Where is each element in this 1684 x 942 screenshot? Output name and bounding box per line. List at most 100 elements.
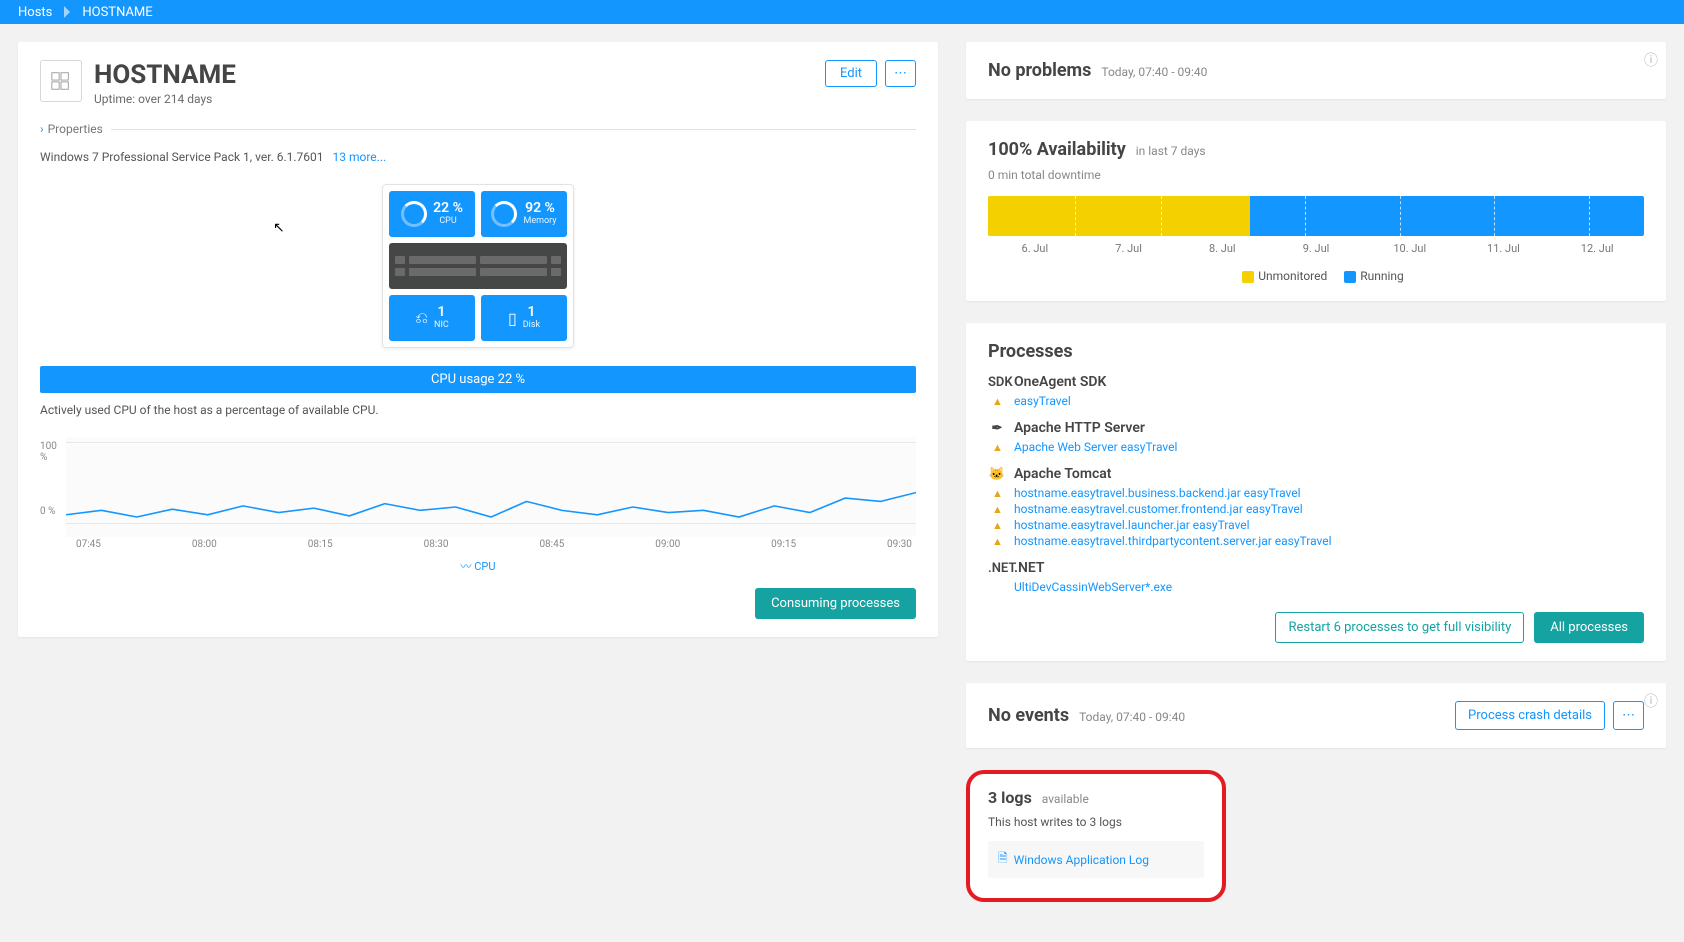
process-group-name: Apache HTTP Server	[1014, 420, 1145, 436]
memory-label-text: Memory	[523, 217, 556, 227]
host-more-button[interactable]: ⋯	[885, 60, 916, 87]
edit-button[interactable]: Edit	[825, 60, 877, 87]
disk-value: 1	[527, 305, 535, 320]
properties-toggle[interactable]: › Properties	[40, 122, 916, 136]
host-title: HOSTNAME	[94, 60, 236, 90]
process-group-icon: .NET	[988, 561, 1006, 576]
memory-value: 92 %	[525, 201, 555, 216]
chart-legend: 〰 CPU	[40, 558, 916, 574]
process-item[interactable]: UltiDevCassinWebServer*.exe	[992, 580, 1644, 594]
warning-icon: ▲	[992, 441, 1006, 454]
host-panel: ↖ HOSTNAME Uptime: over 214 days Edit ⋯ …	[18, 42, 938, 637]
os-more-link[interactable]: 13 more...	[333, 150, 387, 164]
process-link[interactable]: easyTravel	[1014, 394, 1071, 408]
breadcrumb: Hosts HOSTNAME	[0, 0, 1684, 24]
x-tick: 09:00	[655, 539, 680, 550]
x-tick: 08:45	[539, 539, 564, 550]
warning-icon: ▲	[992, 535, 1006, 548]
properties-label: Properties	[48, 122, 103, 136]
process-link[interactable]: Apache Web Server easyTravel	[1014, 440, 1177, 454]
windows-icon	[40, 60, 82, 102]
date-tick: 6. Jul	[988, 242, 1082, 255]
process-link[interactable]: UltiDevCassinWebServer*.exe	[1014, 580, 1172, 594]
cpu-tile[interactable]: 22 %CPU	[389, 191, 475, 237]
availability-panel: 100% Availability in last 7 days 0 min t…	[966, 121, 1666, 301]
process-item[interactable]: ▲ hostname.easytravel.launcher.jar easyTr…	[992, 518, 1644, 532]
warning-icon: ▲	[992, 519, 1006, 532]
log-link[interactable]: Windows Application Log	[1014, 853, 1149, 867]
date-tick: 12. Jul	[1550, 242, 1644, 255]
events-title: No events	[988, 705, 1069, 726]
host-tiles: 22 %CPU 92 %Memory ⎌ 1N	[382, 184, 574, 348]
restart-processes-button[interactable]: Restart 6 processes to get full visibili…	[1275, 612, 1524, 643]
events-panel: ⓘ No events Today, 07:40 - 09:40 Process…	[966, 683, 1666, 748]
process-link[interactable]: hostname.easytravel.thirdpartycontent.se…	[1014, 534, 1332, 548]
process-item[interactable]: ▲hostname.easytravel.business.backend.ja…	[992, 486, 1644, 500]
x-tick: 08:30	[424, 539, 449, 550]
nic-tile[interactable]: ⎌ 1NIC	[389, 295, 475, 341]
availability-range: in last 7 days	[1136, 144, 1206, 158]
processes-title: Processes	[988, 341, 1644, 362]
logs-desc: This host writes to 3 logs	[988, 815, 1204, 829]
cpu-sparkline	[66, 437, 916, 537]
process-group-icon: ✒	[988, 421, 1006, 436]
process-group-name: OneAgent SDK	[1014, 374, 1106, 390]
date-tick: 10. Jul	[1363, 242, 1457, 255]
logs-title: 3 logs	[988, 788, 1032, 807]
unmonitored-swatch	[1242, 271, 1254, 283]
cpu-label-text: CPU	[439, 217, 456, 227]
cpu-value: 22 %	[433, 201, 463, 216]
nic-value: 1	[437, 305, 445, 320]
y-axis-0: 0 %	[40, 506, 66, 517]
cpu-chart: 100 % 0 % 07:45 08:00 08:15 08:30 0	[40, 437, 916, 619]
disk-label-text: Disk	[523, 321, 540, 331]
process-item[interactable]: ▲ hostname.easytravel.thirdpartycontent.s…	[992, 534, 1644, 548]
running-swatch	[1344, 271, 1356, 283]
chevron-right-icon	[64, 6, 70, 18]
network-icon: ⎌	[415, 308, 428, 328]
process-item[interactable]: ▲hostname.easytravel.customer.frontend.j…	[992, 502, 1644, 516]
x-tick: 07:45	[76, 539, 101, 550]
cpu-usage-desc: Actively used CPU of the host as a perce…	[40, 403, 916, 417]
availability-dates: 6. Jul 7. Jul 8. Jul 9. Jul 10. Jul 11. …	[988, 242, 1644, 255]
process-group-name: Apache Tomcat	[1014, 466, 1112, 482]
logs-panel: 3 logs available This host writes to 3 l…	[966, 770, 1226, 902]
warning-icon: ▲	[992, 395, 1006, 408]
availability-bar	[988, 196, 1644, 236]
processes-panel: Processes SDKOneAgent SDK▲easyTravel✒Apa…	[966, 323, 1666, 661]
breadcrumb-root[interactable]: Hosts	[10, 5, 60, 20]
process-link[interactable]: hostname.easytravel.business.backend.jar…	[1014, 486, 1301, 500]
cpu-usage-bar: CPU usage 22 %	[40, 366, 916, 393]
x-axis: 07:45 08:00 08:15 08:30 08:45 09:00 09:1…	[40, 537, 916, 550]
logs-sub: available	[1042, 792, 1089, 806]
log-item[interactable]: 🗎 Windows Application Log	[988, 841, 1204, 878]
events-range: Today, 07:40 - 09:40	[1079, 710, 1185, 724]
x-tick: 09:15	[771, 539, 796, 550]
cpu-ring-icon	[401, 201, 427, 227]
date-tick: 11. Jul	[1457, 242, 1551, 255]
date-tick: 9. Jul	[1269, 242, 1363, 255]
process-crash-details-button[interactable]: Process crash details	[1455, 701, 1605, 730]
info-icon[interactable]: ⓘ	[1644, 50, 1658, 70]
availability-legend: Unmonitored Running	[988, 269, 1644, 283]
process-group-icon: 🐱	[988, 467, 1006, 482]
availability-downtime: 0 min total downtime	[988, 168, 1644, 182]
process-item[interactable]: ▲ easyTravel	[992, 394, 1644, 408]
x-tick: 08:15	[308, 539, 333, 550]
consuming-processes-button[interactable]: Consuming processes	[755, 588, 916, 619]
disk-tile[interactable]: ▯ 1Disk	[481, 295, 567, 341]
disk-icon: ▯	[508, 309, 517, 328]
x-tick: 09:30	[887, 539, 912, 550]
process-item[interactable]: ▲ Apache Web Server easyTravel	[992, 440, 1644, 454]
process-link[interactable]: hostname.easytravel.customer.frontend.ja…	[1014, 502, 1303, 516]
y-axis-100: 100 %	[40, 441, 66, 463]
server-tile	[389, 243, 567, 289]
info-icon[interactable]: ⓘ	[1644, 691, 1658, 711]
memory-tile[interactable]: 92 %Memory	[481, 191, 567, 237]
events-more-button[interactable]: ⋯	[1613, 701, 1644, 730]
availability-title: 100% Availability	[988, 139, 1126, 160]
memory-ring-icon	[491, 201, 517, 227]
process-link[interactable]: hostname.easytravel.launcher.jar easyTra…	[1014, 518, 1250, 532]
all-processes-button[interactable]: All processes	[1534, 612, 1644, 643]
cursor-icon: ↖	[273, 220, 285, 236]
